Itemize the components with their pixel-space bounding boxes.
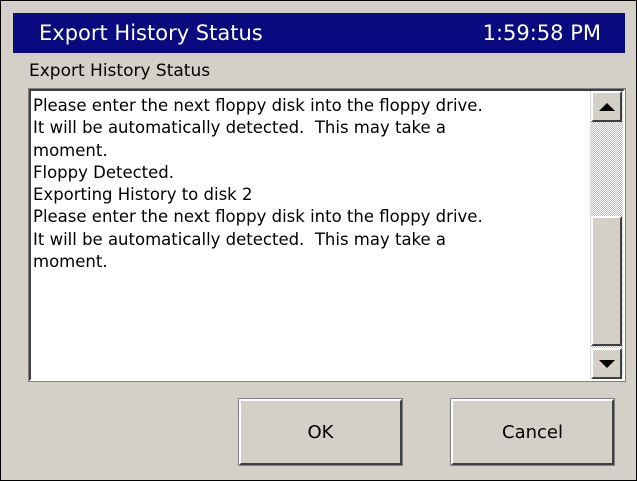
scroll-down-button[interactable] bbox=[591, 348, 622, 379]
triangle-up-icon bbox=[598, 102, 615, 111]
triangle-down-icon bbox=[598, 359, 615, 368]
status-log-text: Please enter the next floppy disk into t… bbox=[33, 96, 483, 272]
scrollbar-thumb[interactable] bbox=[591, 216, 622, 346]
dialog-subtitle: Export History Status bbox=[29, 61, 211, 81]
ok-button[interactable]: OK bbox=[238, 398, 403, 466]
export-history-window: Export History Status 1:59:58 PM Export … bbox=[0, 0, 637, 481]
title-bar: Export History Status 1:59:58 PM bbox=[13, 13, 625, 53]
scroll-up-button[interactable] bbox=[591, 91, 622, 122]
status-log-textbox[interactable]: Please enter the next floppy disk into t… bbox=[28, 88, 626, 382]
window-title: Export History Status bbox=[39, 21, 263, 45]
cancel-button[interactable]: Cancel bbox=[450, 398, 615, 466]
vertical-scrollbar[interactable] bbox=[590, 91, 623, 379]
clock: 1:59:58 PM bbox=[482, 21, 601, 45]
